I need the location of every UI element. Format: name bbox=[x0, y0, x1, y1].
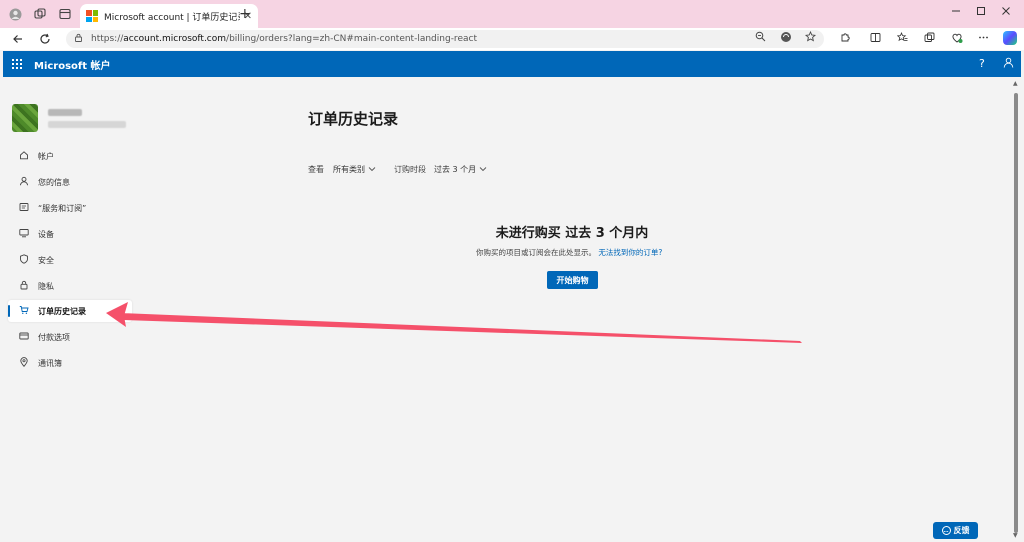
address-bar[interactable]: https://account.microsoft.com/billing/or… bbox=[66, 30, 824, 48]
user-account-icon[interactable] bbox=[1003, 57, 1014, 71]
home-icon bbox=[16, 150, 32, 163]
sidebar-item-payment[interactable]: 付款选项 bbox=[8, 326, 132, 348]
url-prefix: https:// bbox=[91, 34, 124, 44]
sidebar-item-privacy[interactable]: 隐私 bbox=[8, 275, 132, 297]
page-title: 订单历史记录 bbox=[308, 110, 399, 128]
url-path: /billing/orders?lang=zh-CN#main-content-… bbox=[226, 34, 477, 44]
copilot-icon[interactable] bbox=[1003, 31, 1017, 45]
start-shopping-button[interactable]: 开始购物 bbox=[547, 271, 598, 289]
brand-title[interactable]: Microsoft 帐户 bbox=[34, 57, 111, 72]
tab-actions-icon[interactable] bbox=[58, 7, 72, 21]
sidebar-item-label: “服务和订阅” bbox=[38, 203, 87, 213]
sidebar-item-your-info[interactable]: 您的信息 bbox=[8, 171, 132, 193]
period-dropdown[interactable]: 过去 3 个月 bbox=[434, 164, 487, 175]
maximize-icon[interactable] bbox=[974, 6, 988, 19]
ms-account-header: Microsoft 帐户 ? bbox=[3, 51, 1021, 77]
zoom-icon[interactable] bbox=[755, 31, 766, 45]
chat-icon: … bbox=[941, 526, 951, 535]
tab-title: Microsoft account | 订单历史记录 bbox=[104, 12, 240, 23]
browser-nav-bar: https://account.microsoft.com/billing/or… bbox=[0, 28, 1024, 50]
app-launcher-icon[interactable] bbox=[12, 59, 22, 69]
url-text: https://account.microsoft.com/billing/or… bbox=[91, 34, 477, 44]
profile-icon[interactable] bbox=[8, 7, 22, 21]
user-name-redacted bbox=[48, 109, 82, 116]
page-scrollbar[interactable]: ▲ ▼ bbox=[1011, 77, 1021, 542]
extensions-icon[interactable] bbox=[838, 32, 852, 46]
subscriptions-icon bbox=[16, 202, 32, 215]
period-dropdown-value: 过去 3 个月 bbox=[434, 165, 477, 174]
split-screen-icon[interactable] bbox=[868, 32, 882, 46]
user-email-redacted bbox=[48, 121, 126, 128]
favorites-icon[interactable] bbox=[895, 31, 909, 46]
sidebar-item-address-book[interactable]: 通讯簿 bbox=[8, 352, 132, 374]
browser-essentials-icon[interactable] bbox=[950, 32, 964, 47]
empty-state-text: 你购买的项目或订阅会在此处显示。 bbox=[476, 248, 596, 257]
view-filter-label: 查看 bbox=[308, 165, 324, 174]
avatar[interactable] bbox=[12, 104, 38, 132]
feedback-label: 反馈 bbox=[953, 526, 970, 535]
refresh-icon[interactable] bbox=[37, 31, 53, 47]
sidebar-item-services[interactable]: “服务和订阅” bbox=[8, 197, 132, 219]
more-options-icon[interactable] bbox=[976, 32, 990, 46]
category-dropdown[interactable]: 所有类别 bbox=[333, 164, 376, 175]
collections-icon[interactable] bbox=[922, 32, 936, 46]
sidebar-item-label: 付款选项 bbox=[38, 332, 70, 342]
chevron-down-icon bbox=[368, 165, 376, 174]
chevron-down-icon bbox=[479, 165, 487, 174]
shield-icon bbox=[16, 253, 32, 267]
sidebar-item-label: 您的信息 bbox=[38, 177, 70, 187]
feedback-button[interactable]: … 反馈 bbox=[933, 522, 978, 539]
close-window-icon[interactable] bbox=[999, 6, 1013, 19]
read-aloud-icon[interactable] bbox=[780, 31, 792, 46]
category-dropdown-value: 所有类别 bbox=[333, 165, 365, 174]
location-icon bbox=[16, 356, 32, 370]
microsoft-logo-icon bbox=[86, 10, 98, 22]
sidebar-item-order-history[interactable]: 订单历史记录 bbox=[8, 300, 132, 322]
favorite-star-icon[interactable] bbox=[804, 30, 817, 45]
period-filter-label: 订购时段 bbox=[394, 165, 426, 174]
help-icon[interactable]: ? bbox=[979, 57, 985, 70]
sidebar-item-label: 安全 bbox=[38, 255, 54, 265]
active-tab[interactable]: Microsoft account | 订单历史记录 ✕ bbox=[80, 4, 258, 28]
lock-icon[interactable] bbox=[74, 33, 83, 45]
cart-icon bbox=[16, 305, 32, 318]
url-host: account.microsoft.com bbox=[123, 34, 227, 44]
sidebar-item-label: 帐户 bbox=[38, 151, 54, 161]
browser-tab-bar: Microsoft account | 订单历史记录 ✕ + bbox=[0, 0, 1024, 28]
sidebar-item-label: 隐私 bbox=[38, 281, 54, 291]
sidebar-item-security[interactable]: 安全 bbox=[8, 249, 132, 271]
empty-state-title: 未进行购买 过去 3 个月内 bbox=[495, 226, 649, 241]
cant-find-order-link[interactable]: 无法找到你的订单? bbox=[598, 248, 662, 257]
sidebar-item-label: 订单历史记录 bbox=[38, 306, 86, 316]
page-content bbox=[3, 77, 1011, 542]
scroll-thumb[interactable] bbox=[1014, 93, 1018, 533]
back-arrow-icon[interactable] bbox=[10, 31, 26, 47]
lock-icon bbox=[16, 280, 32, 293]
person-icon bbox=[16, 176, 32, 189]
sidebar-item-label: 通讯簿 bbox=[38, 358, 62, 368]
minimize-icon[interactable] bbox=[949, 6, 963, 19]
empty-state-description: 你购买的项目或订阅会在此处显示。 无法找到你的订单? bbox=[476, 247, 662, 258]
new-tab-button[interactable]: + bbox=[239, 6, 251, 22]
card-icon bbox=[16, 331, 32, 344]
workspaces-icon[interactable] bbox=[33, 7, 47, 21]
scroll-up-icon[interactable]: ▲ bbox=[1013, 80, 1018, 87]
scroll-down-icon[interactable]: ▼ bbox=[1013, 532, 1018, 539]
sidebar-item-account[interactable]: 帐户 bbox=[8, 145, 132, 167]
